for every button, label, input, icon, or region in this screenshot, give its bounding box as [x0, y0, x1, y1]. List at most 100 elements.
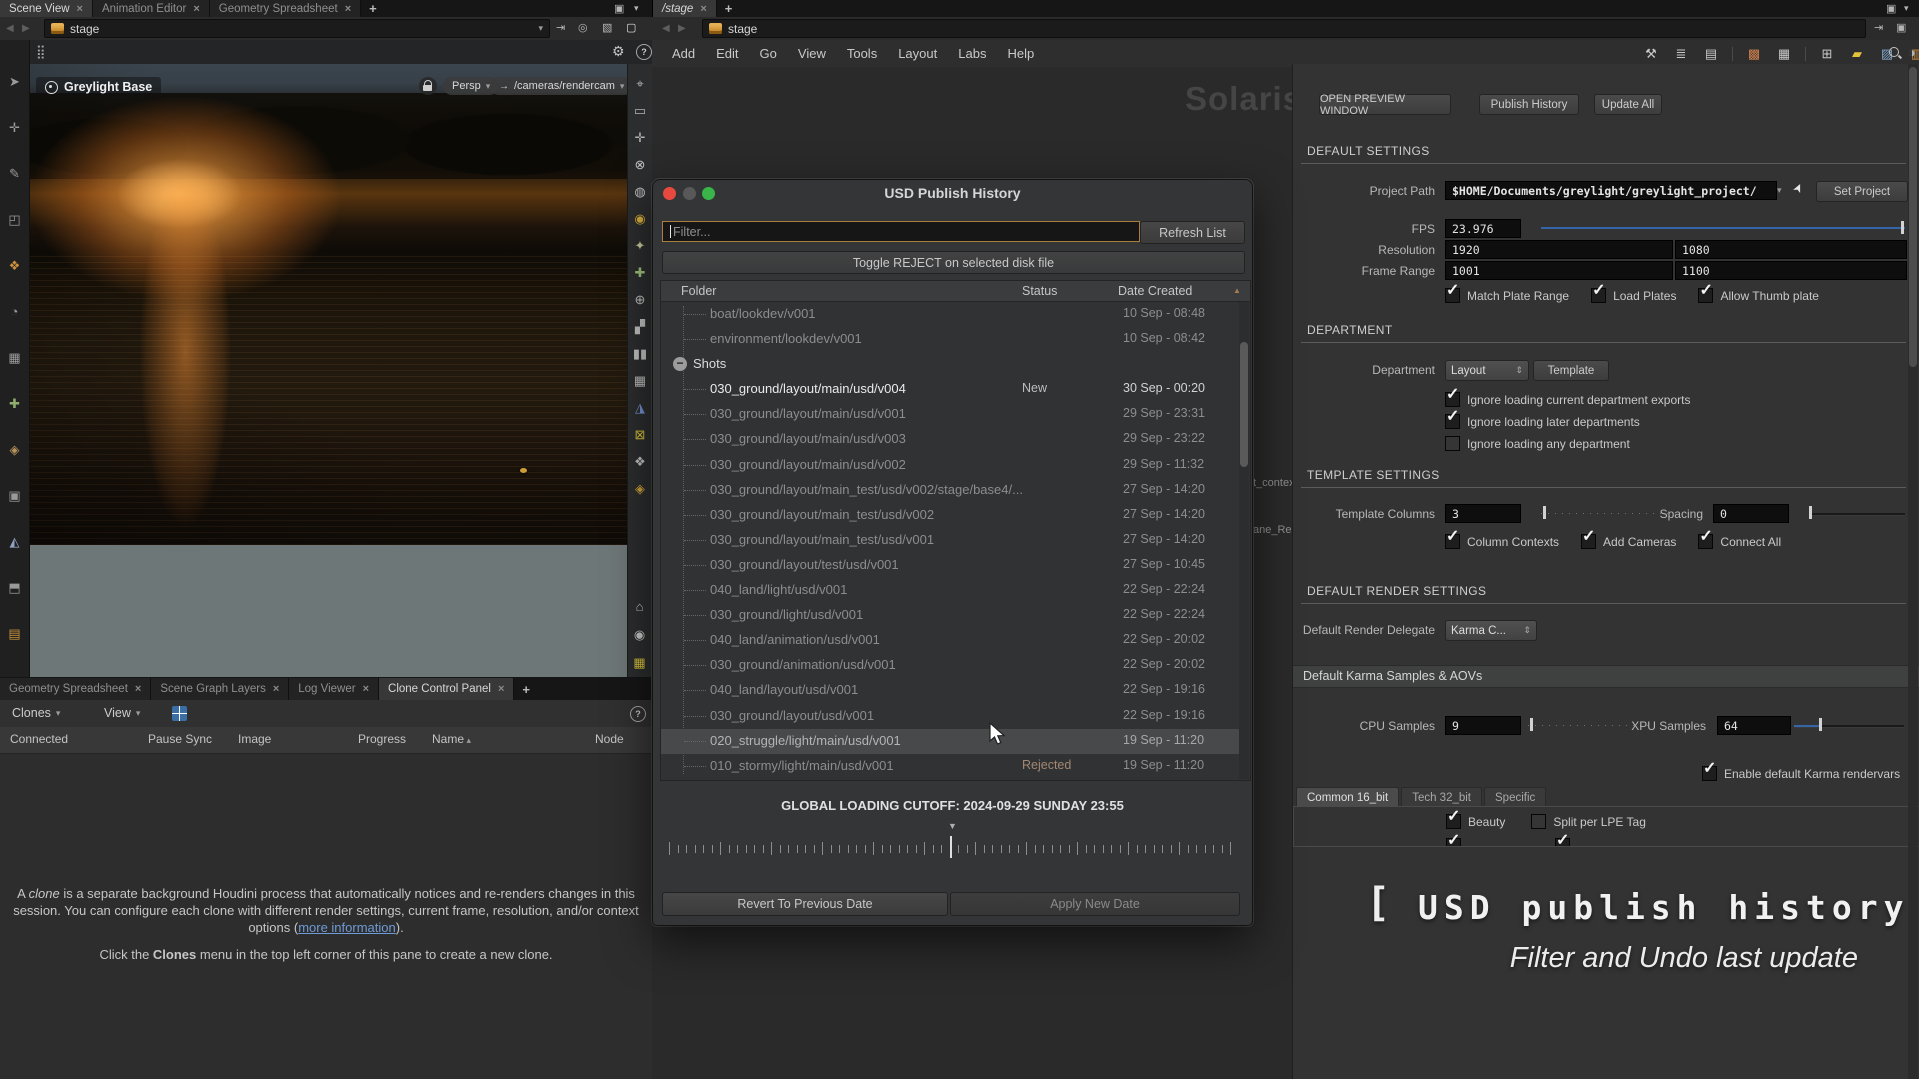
path-caret-icon[interactable]: ▾ — [538, 23, 543, 34]
refresh-list-button[interactable]: Refresh List — [1140, 221, 1245, 244]
assets-icon[interactable]: ❖ — [2, 252, 28, 278]
tab-clone-control-panel[interactable]: Clone Control Panel× — [379, 678, 514, 700]
project-path-field[interactable]: $HOME/Documents/greylight/greylight_proj… — [1445, 181, 1777, 200]
cb-match-plate-range[interactable]: ✓Match Plate Range — [1445, 288, 1569, 303]
spacing-slider[interactable] — [1809, 506, 1905, 519]
home-view-icon[interactable]: ⌂ — [629, 595, 651, 617]
node-picker-icon[interactable]: ➤ — [1790, 180, 1807, 195]
snapshot-icon[interactable]: ▦ — [629, 369, 651, 391]
checkbox[interactable]: ✓ — [1702, 766, 1717, 781]
crosshair-icon[interactable]: ⌖ — [629, 72, 651, 94]
history-row[interactable]: 040_land/light/usd/v00122 Sep - 22:24 — [661, 578, 1239, 603]
disable-light-icon[interactable]: ⊗ — [629, 153, 651, 175]
sort-up-icon[interactable]: ▲ — [1233, 286, 1241, 295]
dome-light-icon[interactable]: ◉ — [629, 207, 651, 229]
tab-close-icon[interactable]: × — [135, 683, 141, 695]
sticky-note-icon[interactable]: ▰ — [1846, 43, 1868, 65]
cb-load-plates[interactable]: ✓Load Plates — [1591, 288, 1676, 303]
palette-grid-icon[interactable]: ▩ — [1743, 43, 1765, 65]
fps-field[interactable]: 23.976 — [1445, 219, 1521, 238]
add-light-icon[interactable]: ✚ — [629, 261, 651, 283]
cb-enable-default-karma-rendervars[interactable]: ✓Enable default Karma rendervars — [1702, 766, 1900, 781]
new-tab-button[interactable]: + — [717, 0, 741, 17]
isolate-icon[interactable]: ▞ — [629, 315, 651, 337]
history-row[interactable]: 020_struggle/light/main/usd/v00119 Sep -… — [661, 729, 1239, 754]
set-project-button[interactable]: Set Project — [1816, 181, 1908, 202]
eye-icon[interactable]: ◉ — [629, 623, 651, 645]
net-square-icon[interactable]: ▣ — [1896, 21, 1906, 34]
cb-beauty[interactable]: ✓Beauty — [1446, 814, 1505, 829]
panel-icon[interactable]: ▣ — [2, 482, 28, 508]
exclude-render-icon[interactable]: ⊠ — [629, 423, 651, 445]
column-connected[interactable]: Connected — [10, 732, 68, 746]
column-status[interactable]: Status — [1022, 284, 1057, 298]
history-row[interactable]: 030_ground/layout/main_test/usd/v002/sta… — [661, 478, 1239, 503]
color-correct-icon[interactable]: ◮ — [629, 396, 651, 418]
tab-common-16-bit[interactable]: Common 16_bit — [1296, 787, 1399, 807]
handles-icon[interactable]: ✛ — [629, 126, 651, 148]
transform-icon[interactable]: ✛ — [2, 114, 28, 140]
tab-close-icon[interactable]: × — [273, 683, 279, 695]
history-row[interactable]: 030_ground/animation/usd/v00122 Sep - 20… — [661, 653, 1239, 678]
diamond-icon[interactable]: ◈ — [629, 477, 651, 499]
net-back-icon[interactable]: ◀ — [662, 23, 670, 34]
template-columns-field[interactable]: 3 — [1445, 504, 1521, 523]
list-grid-icon[interactable]: ▦ — [1773, 43, 1795, 65]
menu-edit[interactable]: Edit — [716, 46, 738, 61]
menu-go[interactable]: Go — [760, 46, 777, 61]
cpu-samples-field[interactable]: 9 — [1445, 716, 1521, 735]
checkbox[interactable]: ✓ — [1446, 814, 1461, 829]
drag-handle-icon[interactable]: ⣿ — [36, 44, 46, 60]
forward-icon[interactable]: ▶ — [22, 23, 30, 34]
dialog-scrollbar[interactable] — [1239, 302, 1249, 779]
checkbox[interactable]: ✓ — [1555, 838, 1570, 847]
template-button[interactable]: Template — [1533, 360, 1609, 381]
tab-scene-view[interactable]: Scene View× — [0, 0, 93, 17]
xpu-samples-field[interactable]: 64 — [1717, 716, 1791, 735]
cb-connect-all[interactable]: ✓Connect All — [1698, 534, 1781, 549]
slider-shelf-icon[interactable]: ▤ — [2, 620, 28, 646]
publish-history-button[interactable]: Publish History — [1479, 94, 1579, 115]
cb-add-cameras[interactable]: ✓Add Cameras — [1581, 534, 1676, 549]
collapse-icon[interactable]: − — [673, 357, 687, 371]
pause-icon[interactable]: ▮▮ — [629, 342, 651, 364]
headlight-icon[interactable]: ◍ — [629, 180, 651, 202]
tab-tech-32-bit[interactable]: Tech 32_bit — [1401, 787, 1482, 807]
tab-close-icon[interactable]: × — [363, 683, 369, 695]
cb-column-contexts[interactable]: ✓Column Contexts — [1445, 534, 1559, 549]
column-image[interactable]: Image — [238, 732, 271, 746]
checkbox[interactable]: ✓ — [1581, 534, 1596, 549]
resolution-x-field[interactable]: 1920 — [1445, 240, 1673, 259]
column-node[interactable]: Node — [595, 732, 624, 746]
history-group-row[interactable]: −Shots — [661, 352, 1239, 377]
left-path-field[interactable]: stage ▾ — [44, 19, 550, 38]
range-start-field[interactable]: 1001 — [1445, 261, 1673, 280]
menu-add[interactable]: Add — [672, 46, 695, 61]
layers-icon[interactable]: ❖ — [629, 450, 651, 472]
cb-clipped-[interactable]: ✓ — [1555, 838, 1577, 847]
checkbox[interactable]: ✓ — [1445, 392, 1460, 407]
xpu-samples-slider[interactable] — [1794, 718, 1904, 731]
tab-close-icon[interactable]: × — [498, 683, 504, 695]
add-icon[interactable]: ✚ — [2, 390, 28, 416]
window-panes-icon[interactable]: ⊞ — [1816, 43, 1838, 65]
checkbox[interactable] — [1445, 436, 1460, 451]
project-path-caret-icon[interactable]: ▾ — [1777, 185, 1782, 196]
pane-menu-caret-icon[interactable]: ▾ — [634, 3, 639, 14]
column-date-created[interactable]: Date Created — [1118, 284, 1192, 298]
grid-gold-icon[interactable]: ▦ — [629, 651, 651, 673]
checkbox[interactable]: ✓ — [1445, 288, 1460, 303]
menu-view[interactable]: View — [798, 46, 826, 61]
column-folder[interactable]: Folder — [681, 284, 716, 298]
new-tab-button[interactable]: + — [514, 678, 538, 700]
toggle-reject-button[interactable]: Toggle REJECT on selected disk file — [662, 251, 1245, 274]
half-globe-icon[interactable]: ◑ — [1908, 45, 1916, 60]
checkbox[interactable]: ✓ — [1445, 414, 1460, 429]
checkbox[interactable] — [1531, 814, 1546, 829]
gear-icon[interactable]: ⚙ — [612, 43, 625, 60]
pane-square-icon[interactable]: ▣ — [1886, 2, 1896, 15]
history-row[interactable]: 040_land/layout/usd/v00122 Sep - 19:16 — [661, 678, 1239, 703]
menu-help[interactable]: Help — [1007, 46, 1034, 61]
pane-screenshot-icon[interactable]: ▣ — [614, 2, 624, 15]
tab-close-icon[interactable]: × — [193, 3, 199, 15]
